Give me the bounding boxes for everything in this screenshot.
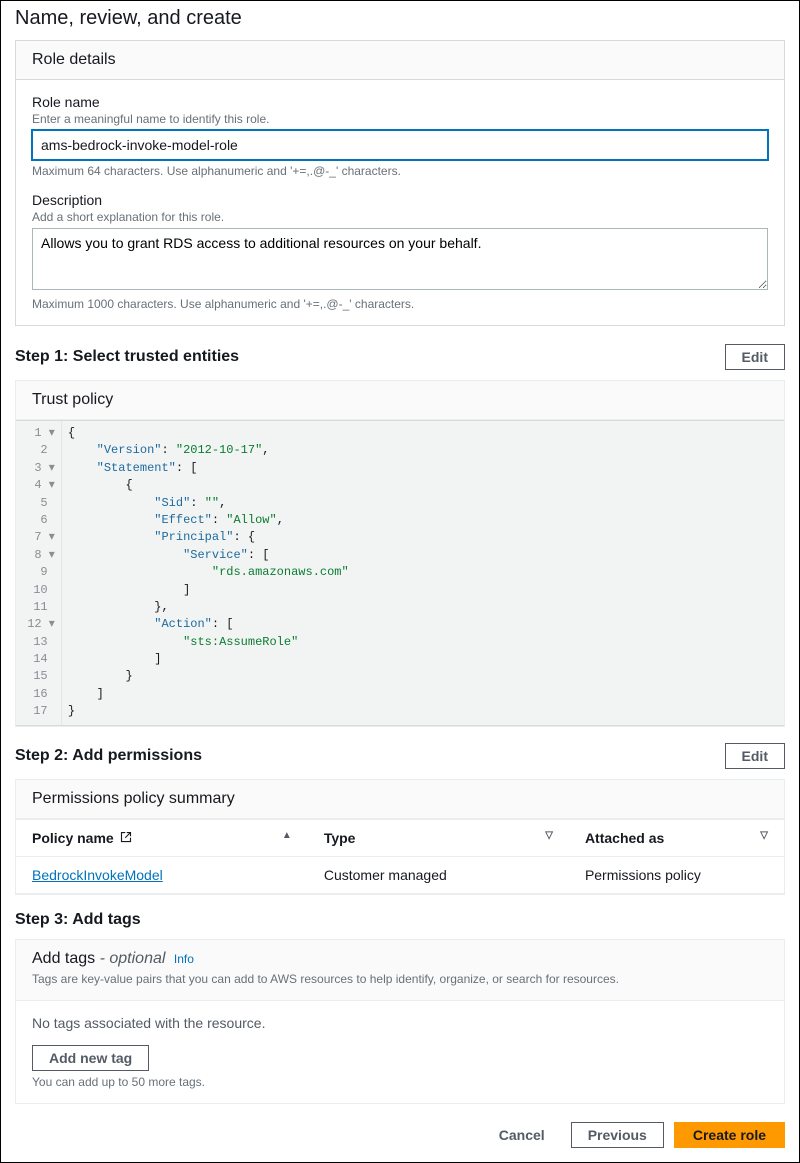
col-attached[interactable]: Attached as ▽ xyxy=(569,819,784,857)
step1-edit-button[interactable]: Edit xyxy=(725,344,785,370)
step1-title: Step 1: Select trusted entities xyxy=(15,348,239,366)
trust-policy-code: 1 ▾ 2 3 ▾ 4 ▾ 5 6 7 ▾ 8 ▾ 9 10 11 12 ▾ 1… xyxy=(16,420,784,726)
sort-icon: ▽ xyxy=(760,830,768,841)
cancel-button[interactable]: Cancel xyxy=(483,1123,561,1147)
permissions-table: Policy name ▲ Type ▽ Attached as ▽ xyxy=(16,819,784,895)
create-role-button[interactable]: Create role xyxy=(674,1122,785,1148)
role-name-input[interactable] xyxy=(32,130,768,160)
external-link-icon xyxy=(120,832,132,846)
trust-policy-header: Trust policy xyxy=(16,381,784,420)
step3-title: Step 3: Add tags xyxy=(15,911,141,929)
col-type[interactable]: Type ▽ xyxy=(308,819,569,857)
code-gutter: 1 ▾ 2 3 ▾ 4 ▾ 5 6 7 ▾ 8 ▾ 9 10 11 12 ▾ 1… xyxy=(16,421,62,725)
description-help: Maximum 1000 characters. Use alphanumeri… xyxy=(32,297,768,311)
tags-hint: Tags are key-value pairs that you can ad… xyxy=(32,972,768,986)
trust-policy-panel: Trust policy 1 ▾ 2 3 ▾ 4 ▾ 5 6 7 ▾ 8 ▾ 9… xyxy=(15,380,785,727)
description-textarea[interactable] xyxy=(32,228,768,290)
role-name-help: Maximum 64 characters. Use alphanumeric … xyxy=(32,164,768,178)
description-label: Description xyxy=(32,192,768,208)
tags-empty: No tags associated with the resource. xyxy=(32,1015,768,1031)
permissions-panel: Permissions policy summary Policy name ▲… xyxy=(15,779,785,896)
footer-actions: Cancel Previous Create role xyxy=(1,1118,799,1162)
tags-panel: Add tags - optional Info Tags are key-va… xyxy=(15,939,785,1104)
tags-header: Add tags - optional Info Tags are key-va… xyxy=(16,940,784,1001)
role-details-panel: Role details Role name Enter a meaningfu… xyxy=(15,40,785,326)
previous-button[interactable]: Previous xyxy=(571,1122,664,1148)
optional-label: - optional xyxy=(100,950,166,967)
step2-title: Step 2: Add permissions xyxy=(15,747,202,765)
description-hint: Add a short explanation for this role. xyxy=(32,210,768,224)
policy-attached: Permissions policy xyxy=(569,857,784,894)
info-link[interactable]: Info xyxy=(174,952,194,966)
col-policy-name[interactable]: Policy name ▲ xyxy=(16,819,308,857)
step2-edit-button[interactable]: Edit xyxy=(725,743,785,769)
role-details-header: Role details xyxy=(16,41,784,80)
permissions-header: Permissions policy summary xyxy=(16,780,784,819)
role-name-label: Role name xyxy=(32,94,768,110)
policy-type: Customer managed xyxy=(308,857,569,894)
add-tags-label: Add tags xyxy=(32,950,95,967)
sort-asc-icon: ▲ xyxy=(282,830,292,841)
tags-limit: You can add up to 50 more tags. xyxy=(32,1075,768,1089)
code-lines: { "Version": "2012-10-17", "Statement": … xyxy=(62,421,784,725)
table-row: BedrockInvokeModel Customer managed Perm… xyxy=(16,857,784,894)
page-title: Name, review, and create xyxy=(1,1,799,40)
add-new-tag-button[interactable]: Add new tag xyxy=(32,1045,149,1071)
role-name-hint: Enter a meaningful name to identify this… xyxy=(32,112,768,126)
policy-name-link[interactable]: BedrockInvokeModel xyxy=(32,867,163,883)
sort-icon: ▽ xyxy=(545,830,553,841)
